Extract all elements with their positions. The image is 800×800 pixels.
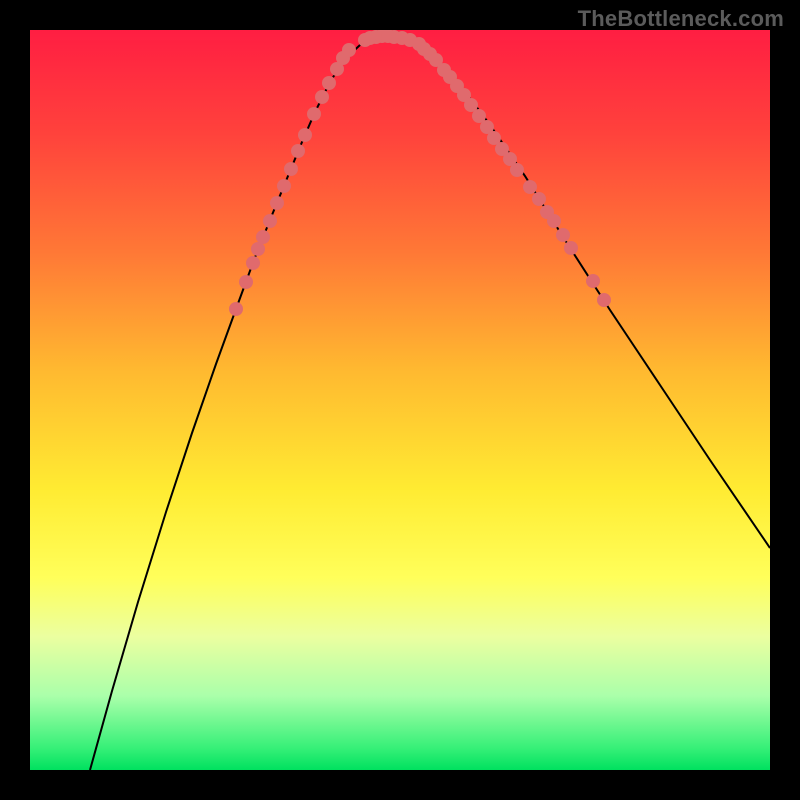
marker-dot [277, 179, 291, 193]
marker-dot [251, 242, 265, 256]
marker-dot [263, 214, 277, 228]
marker-dot [270, 196, 284, 210]
watermark-text: TheBottleneck.com [578, 6, 784, 32]
chart-frame: TheBottleneck.com [0, 0, 800, 800]
bottleneck-curve [90, 35, 770, 770]
marker-dot [307, 107, 321, 121]
marker-dot [547, 214, 561, 228]
marker-dot [246, 256, 260, 270]
plot-area [30, 30, 770, 770]
marker-dot [586, 274, 600, 288]
marker-dot [523, 180, 537, 194]
marker-dot [315, 90, 329, 104]
marker-dot [597, 293, 611, 307]
marker-dot [556, 228, 570, 242]
marker-dot [298, 128, 312, 142]
chart-overlay [30, 30, 770, 770]
marker-dot [291, 144, 305, 158]
marker-dot [256, 230, 270, 244]
marker-group [229, 30, 611, 316]
marker-dot [322, 76, 336, 90]
marker-dot [532, 192, 546, 206]
marker-dot [342, 43, 356, 57]
marker-dot [564, 241, 578, 255]
marker-dot [510, 163, 524, 177]
marker-dot [239, 275, 253, 289]
marker-dot [229, 302, 243, 316]
marker-dot [284, 162, 298, 176]
